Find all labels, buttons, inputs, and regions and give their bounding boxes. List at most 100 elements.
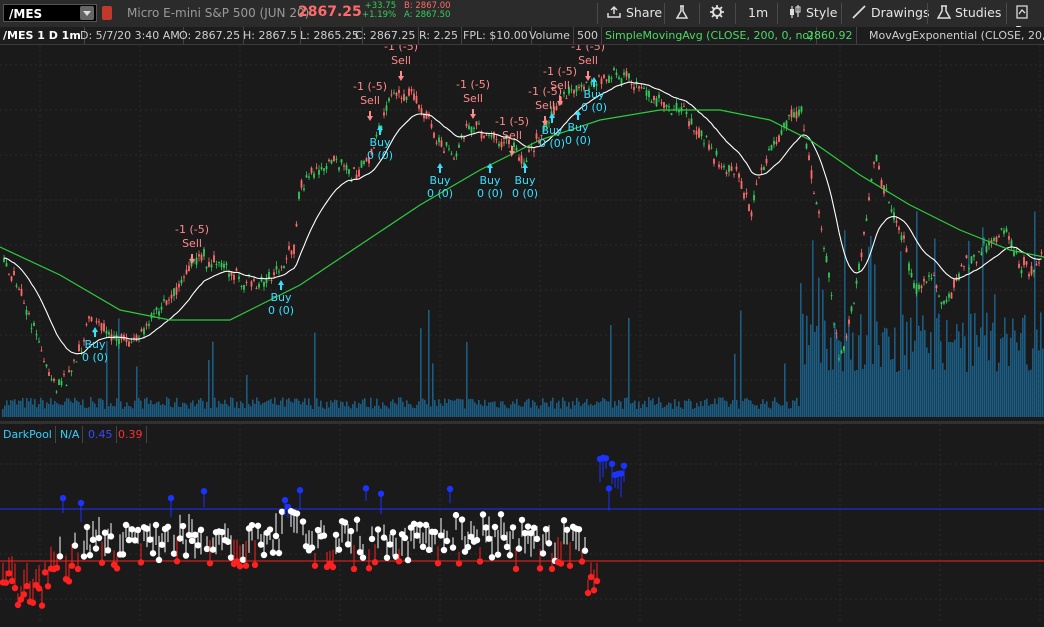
price-chart-pane[interactable]: Buy0 (0)Buy0 (0)-1 (-5)SellBuy0 (0)-1 (-… (0, 45, 1044, 421)
candle-body (978, 251, 980, 253)
flask-button[interactable] (674, 4, 690, 22)
darkpool-dot (80, 553, 88, 560)
candle-body (258, 283, 260, 288)
settings-button[interactable] (709, 4, 725, 22)
drawings-button[interactable]: Drawings (851, 4, 929, 22)
volume-bar (204, 408, 206, 417)
volume-bar (744, 398, 746, 417)
darkpool-dot (95, 534, 103, 542)
candle-body (48, 372, 50, 376)
candle-body (740, 181, 743, 189)
volume-bar (302, 401, 304, 417)
candle-body (938, 295, 940, 297)
candle-body (73, 359, 75, 361)
candle-body (168, 299, 170, 301)
candle-body (573, 90, 575, 94)
volume-bar (388, 408, 390, 417)
volume-bar (628, 317, 630, 417)
candle-body (863, 231, 865, 235)
candle-body (725, 172, 728, 174)
interval-button[interactable]: 1m (748, 4, 768, 22)
volume-bar (970, 313, 972, 417)
darkpool-study-name[interactable]: DarkPool (0, 426, 56, 443)
darkpool-dot (296, 487, 304, 494)
darkpool-dot (404, 556, 412, 564)
share-button[interactable]: Share (606, 4, 662, 22)
chart-title[interactable]: /MES 1 D 1m (0, 27, 85, 44)
darkpool-dot (206, 560, 214, 567)
volume-bar (394, 402, 396, 417)
sell-arrow-icon (585, 71, 591, 81)
volume-study-label[interactable]: Volume (526, 27, 574, 44)
darkpool-dot (131, 537, 139, 544)
darkpool-dot (266, 526, 274, 533)
candle-body (515, 147, 518, 151)
toolbar-separator (735, 3, 736, 24)
volume-bar (614, 401, 616, 417)
volume-bar (730, 403, 732, 417)
patterns-button[interactable]: Pa (1015, 4, 1044, 38)
candle-body (768, 148, 770, 150)
candle-body (118, 338, 120, 345)
candle-body (348, 169, 350, 174)
sma-study-label[interactable]: SimpleMovingAvg (CLOSE, 200, 0, no) (602, 27, 818, 44)
candle-body (638, 86, 640, 89)
volume-bar (576, 397, 578, 417)
volume-bar (358, 402, 360, 417)
volume-bar (178, 406, 180, 417)
volume-bar (716, 404, 718, 417)
darkpool-dot (368, 535, 376, 543)
volume-bar (838, 340, 840, 417)
candle-body (253, 279, 255, 281)
candle-body (873, 162, 875, 164)
volume-bar (2, 408, 4, 417)
candle-body (640, 87, 643, 89)
ema-study-label[interactable]: MovAvgExponential (CLOSE, 20,... (866, 27, 1044, 44)
candle-body (903, 235, 905, 239)
volume-bar (420, 328, 422, 417)
volume-bar (880, 366, 882, 417)
volume-bar (462, 399, 464, 417)
candle-body (668, 106, 670, 108)
symbol-dropdown-icon[interactable] (80, 6, 94, 20)
volume-bar (654, 404, 656, 417)
volume-bar (480, 404, 482, 417)
darkpool-study-pane[interactable] (0, 424, 1044, 627)
candle-body (343, 165, 345, 167)
candle-body (453, 158, 455, 160)
candle-body (843, 346, 845, 351)
candle-body (688, 121, 690, 127)
candle-body (165, 300, 168, 305)
darkpool-dot (122, 521, 130, 529)
darkpool-dot (437, 532, 445, 539)
volume-bar (24, 407, 26, 417)
volume-bar (786, 401, 788, 417)
volume-bar (960, 347, 962, 417)
volume-bar (618, 399, 620, 417)
bid-ask: B: 2867.00 A: 2867.50 (404, 2, 451, 20)
volume-bar (864, 364, 866, 417)
candle-body (305, 175, 308, 178)
candle-body (443, 151, 445, 153)
volume-bar (904, 355, 906, 417)
candle-body (1025, 261, 1028, 265)
volume-bar (198, 399, 200, 417)
link-color-badge[interactable] (102, 6, 112, 20)
candle-body (713, 159, 715, 164)
volume-bar (150, 400, 152, 417)
volume-bar (236, 401, 238, 417)
volume-bar (926, 347, 928, 417)
volume-bar (780, 405, 782, 417)
volume-bar (804, 364, 806, 417)
candle-body (53, 378, 55, 381)
darkpool-dot (203, 545, 211, 553)
candle-body (250, 281, 253, 287)
studies-button[interactable]: Studies (936, 4, 1001, 22)
toolbar-separator (841, 3, 842, 24)
volume-bar (812, 240, 814, 417)
darkpool-dot (482, 524, 490, 531)
style-button[interactable]: Style (788, 4, 837, 22)
candle-body (565, 98, 568, 100)
volume-bar (1008, 365, 1010, 417)
volume-bar (1006, 333, 1008, 417)
